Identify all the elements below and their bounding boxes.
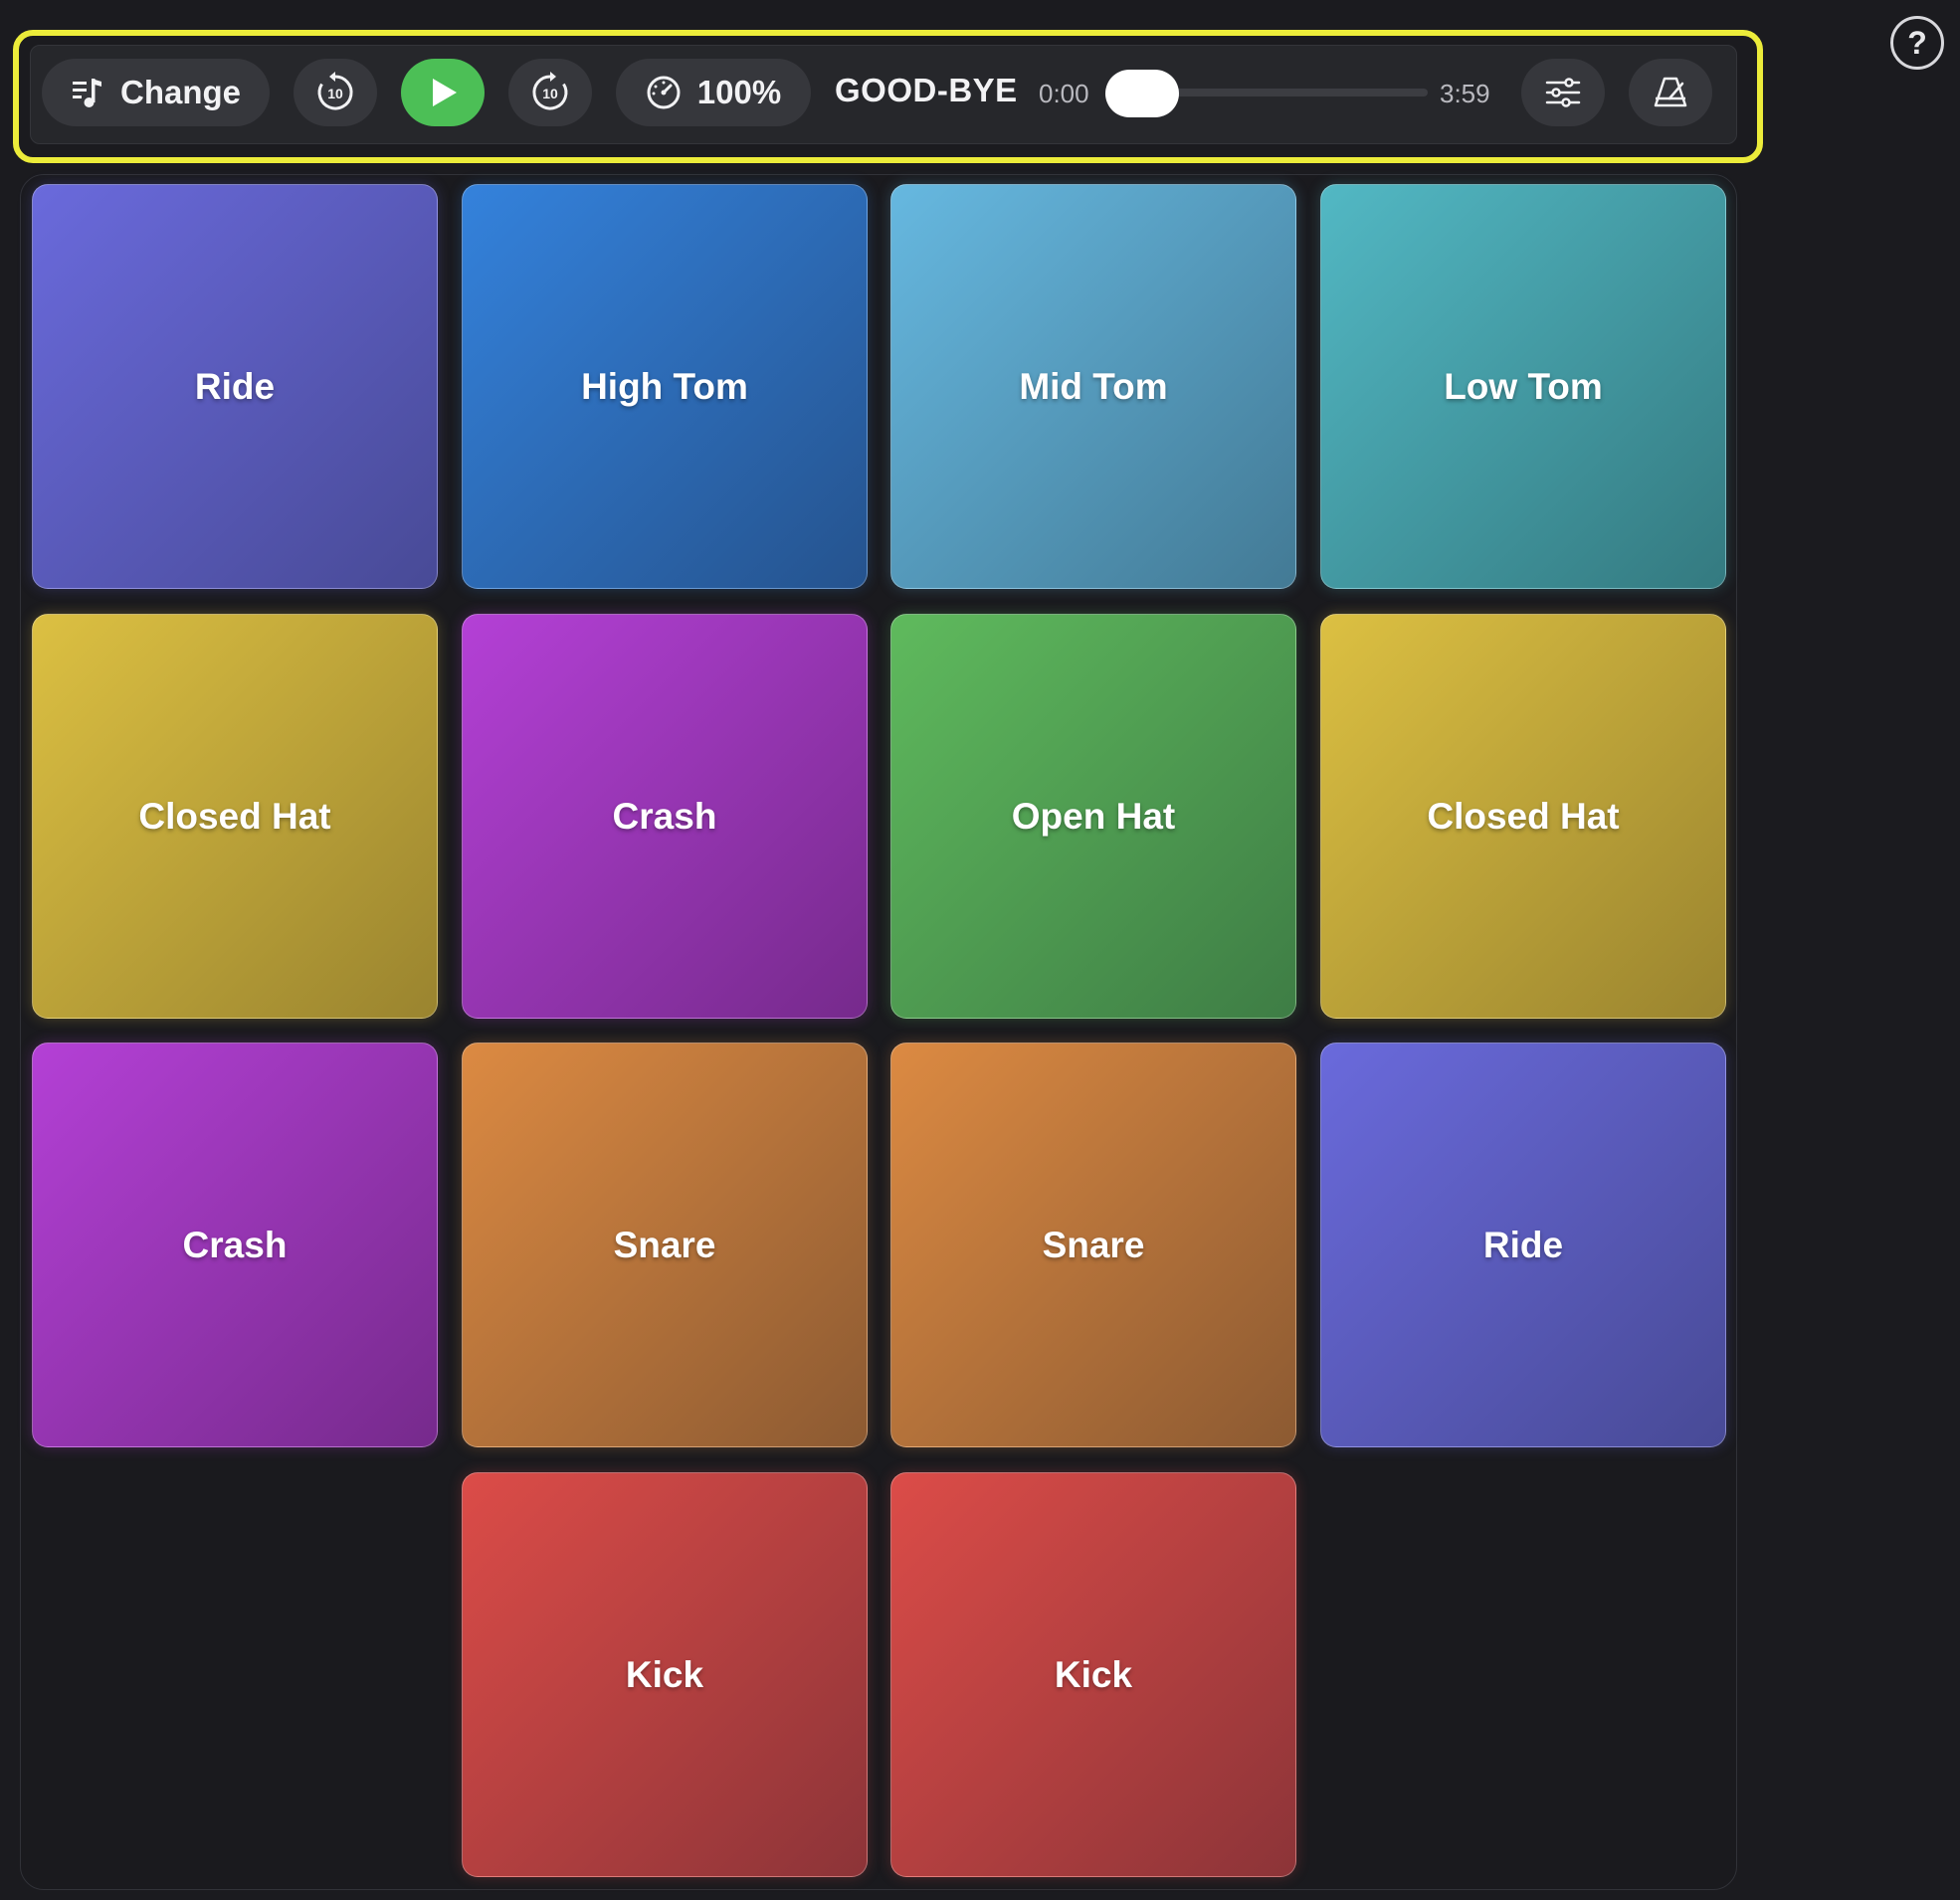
drum-pad-label: Crash bbox=[182, 1224, 288, 1265]
drum-pad-label: Low Tom bbox=[1444, 365, 1603, 407]
current-time: 0:00 bbox=[1039, 79, 1089, 108]
speedometer-icon bbox=[646, 75, 682, 110]
drum-pad-3[interactable]: Mid Tom bbox=[890, 184, 1296, 589]
drum-pad-label: Closed Hat bbox=[138, 795, 331, 837]
mixer-settings-button[interactable] bbox=[1521, 59, 1605, 126]
drum-pad-7[interactable]: Open Hat bbox=[890, 614, 1296, 1019]
play-button[interactable] bbox=[401, 59, 485, 126]
total-time: 3:59 bbox=[1440, 79, 1490, 108]
forward-10-icon: 10 bbox=[528, 71, 572, 114]
drum-pad-label: Kick bbox=[1054, 1653, 1133, 1695]
drum-pad-6[interactable]: Crash bbox=[462, 614, 868, 1019]
rewind-10-icon: 10 bbox=[313, 71, 357, 114]
rewind-seconds-label: 10 bbox=[327, 86, 343, 101]
drum-pad-14[interactable]: Kick bbox=[890, 1472, 1296, 1877]
drum-pad-label: Closed Hat bbox=[1427, 795, 1620, 837]
drum-pad-label: High Tom bbox=[581, 365, 748, 407]
drum-pad-5[interactable]: Closed Hat bbox=[32, 614, 438, 1019]
drum-pad-11[interactable]: Snare bbox=[890, 1043, 1296, 1447]
drum-pad-label: Kick bbox=[625, 1653, 704, 1695]
drum-pad-label: Ride bbox=[194, 365, 276, 407]
drum-pad-2[interactable]: High Tom bbox=[462, 184, 868, 589]
drum-pad-label: Snare bbox=[1042, 1224, 1145, 1265]
drum-pad-10[interactable]: Snare bbox=[462, 1043, 868, 1447]
app-root: ? Change 10 10 100% GOOD-BYE 0:00 3:59 R… bbox=[0, 0, 1960, 1900]
drum-pad-9[interactable]: Crash bbox=[32, 1043, 438, 1447]
change-song-button[interactable]: Change bbox=[42, 59, 270, 126]
drum-pad-4[interactable]: Low Tom bbox=[1320, 184, 1726, 589]
drum-pad-label: Crash bbox=[612, 795, 717, 837]
drum-pad-8[interactable]: Closed Hat bbox=[1320, 614, 1726, 1019]
drum-pad-label: Snare bbox=[613, 1224, 716, 1265]
drum-pad-label: Mid Tom bbox=[1019, 365, 1168, 407]
metronome-icon bbox=[1651, 75, 1690, 110]
playlist-music-icon bbox=[71, 76, 104, 109]
change-song-label: Change bbox=[119, 74, 241, 110]
progress-slider-thumb[interactable] bbox=[1105, 70, 1179, 117]
playback-speed-button[interactable]: 100% bbox=[616, 59, 811, 126]
metronome-button[interactable] bbox=[1629, 59, 1712, 126]
help-icon: ? bbox=[1907, 24, 1927, 61]
drum-pad-13[interactable]: Kick bbox=[462, 1472, 868, 1877]
forward-10-button[interactable]: 10 bbox=[508, 59, 592, 126]
play-icon bbox=[425, 75, 461, 110]
rewind-10-button[interactable]: 10 bbox=[294, 59, 377, 126]
drum-pad-label: Open Hat bbox=[1011, 795, 1176, 837]
drum-pad-1[interactable]: Ride bbox=[32, 184, 438, 589]
playback-speed-label: 100% bbox=[696, 74, 782, 110]
drum-pad-label: Ride bbox=[1482, 1224, 1564, 1265]
forward-seconds-label: 10 bbox=[542, 86, 558, 101]
sliders-icon bbox=[1543, 75, 1583, 110]
song-title: GOOD-BYE bbox=[835, 72, 1018, 108]
help-button[interactable]: ? bbox=[1890, 16, 1944, 70]
drum-pad-12[interactable]: Ride bbox=[1320, 1043, 1726, 1447]
